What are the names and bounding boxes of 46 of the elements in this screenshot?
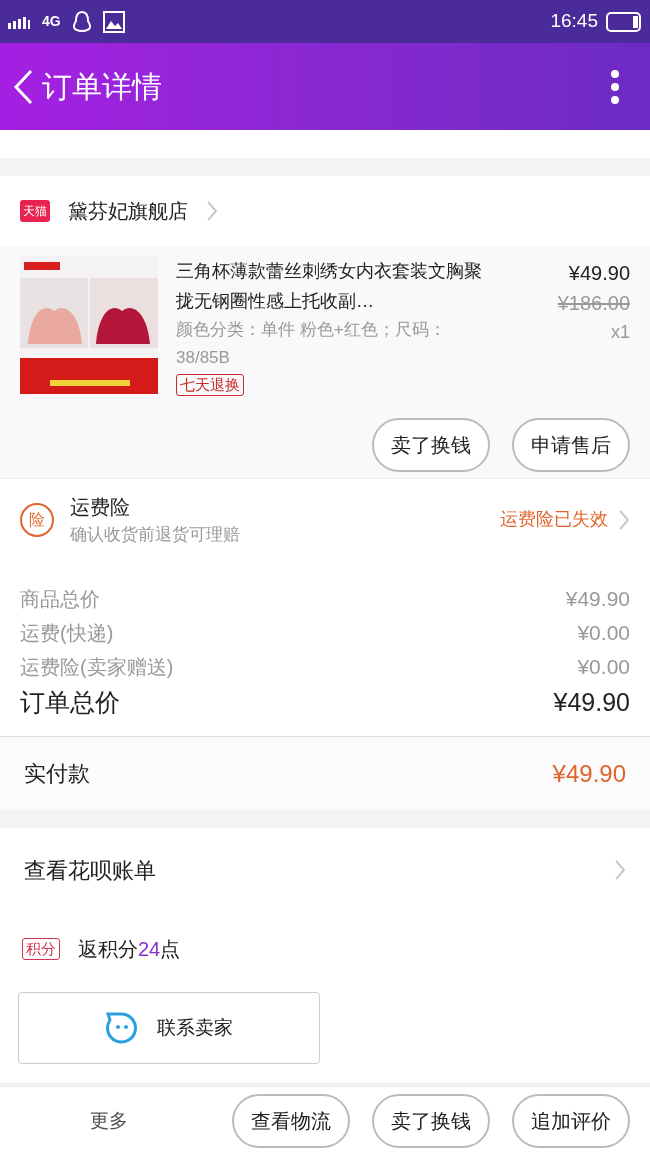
contact-seller-button[interactable]: 联系卖家 xyxy=(18,992,320,1064)
summary-value: ¥0.00 xyxy=(577,654,630,681)
summary-value: ¥49.90 xyxy=(565,586,630,613)
network-label: 4G xyxy=(42,12,61,31)
order-action-button[interactable]: 申请售后 xyxy=(512,418,630,472)
chevron-right-icon xyxy=(614,859,626,881)
shop-name[interactable]: 黛芬妃旗舰店 xyxy=(68,196,188,226)
insurance-title: 运费险 xyxy=(70,494,131,520)
more-link[interactable]: 更多 xyxy=(90,1106,128,1136)
huabei-label: 查看花呗账单 xyxy=(24,856,156,885)
back-icon[interactable] xyxy=(12,68,34,105)
paid-label: 实付款 xyxy=(24,760,90,788)
product-title[interactable]: 三角杯薄款蕾丝刺绣女内衣套装文胸聚拢无钢圈性感上托收副… xyxy=(176,256,486,316)
product-price: ¥49.90 xyxy=(568,261,630,286)
summary-label: 订单总价 xyxy=(20,687,120,719)
return-tag: 七天退换 xyxy=(176,374,244,396)
penguin-icon xyxy=(70,9,93,34)
points-badge: 积分 xyxy=(22,938,60,960)
battery-icon xyxy=(606,11,642,32)
summary-value: ¥0.00 xyxy=(577,620,630,647)
image-icon xyxy=(102,10,125,33)
quantity: x1 xyxy=(611,321,630,344)
order-action-button[interactable]: 追加评价 xyxy=(512,1094,630,1148)
chevron-right-icon xyxy=(206,200,218,222)
original-price: ¥186.00 xyxy=(557,291,630,316)
tmall-badge: 天猫 xyxy=(20,200,50,222)
insurance-status[interactable]: 运费险已失效 xyxy=(500,506,608,533)
chevron-right-icon xyxy=(618,508,630,531)
more-icon[interactable] xyxy=(610,68,620,105)
product-spec: 颜色分类：单件 粉色+红色；尺码：38/85B xyxy=(176,319,447,369)
order-action-button[interactable]: 卖了换钱 xyxy=(372,418,490,472)
paid-amount: ¥49.90 xyxy=(552,758,626,789)
summary-label: 商品总价 xyxy=(20,587,100,612)
chat-face-icon xyxy=(105,1011,139,1045)
order-action-button[interactable]: 卖了换钱 xyxy=(372,1094,490,1148)
summary-label: 运费(快递) xyxy=(20,621,114,646)
summary-value: ¥49.90 xyxy=(553,687,630,719)
order-action-button[interactable]: 查看物流 xyxy=(232,1094,350,1148)
summary-label: 运费险(卖家赠送) xyxy=(20,655,174,680)
signal-icon xyxy=(8,14,32,29)
insurance-subtitle: 确认收货前退货可理赔 xyxy=(70,523,241,546)
insurance-icon: 险 xyxy=(20,502,54,537)
clock: 16:45 xyxy=(550,9,598,34)
points-text: 返积分24点 xyxy=(78,937,181,962)
page-title: 订单详情 xyxy=(42,69,162,105)
huabei-row[interactable]: 查看花呗账单 xyxy=(0,828,650,912)
